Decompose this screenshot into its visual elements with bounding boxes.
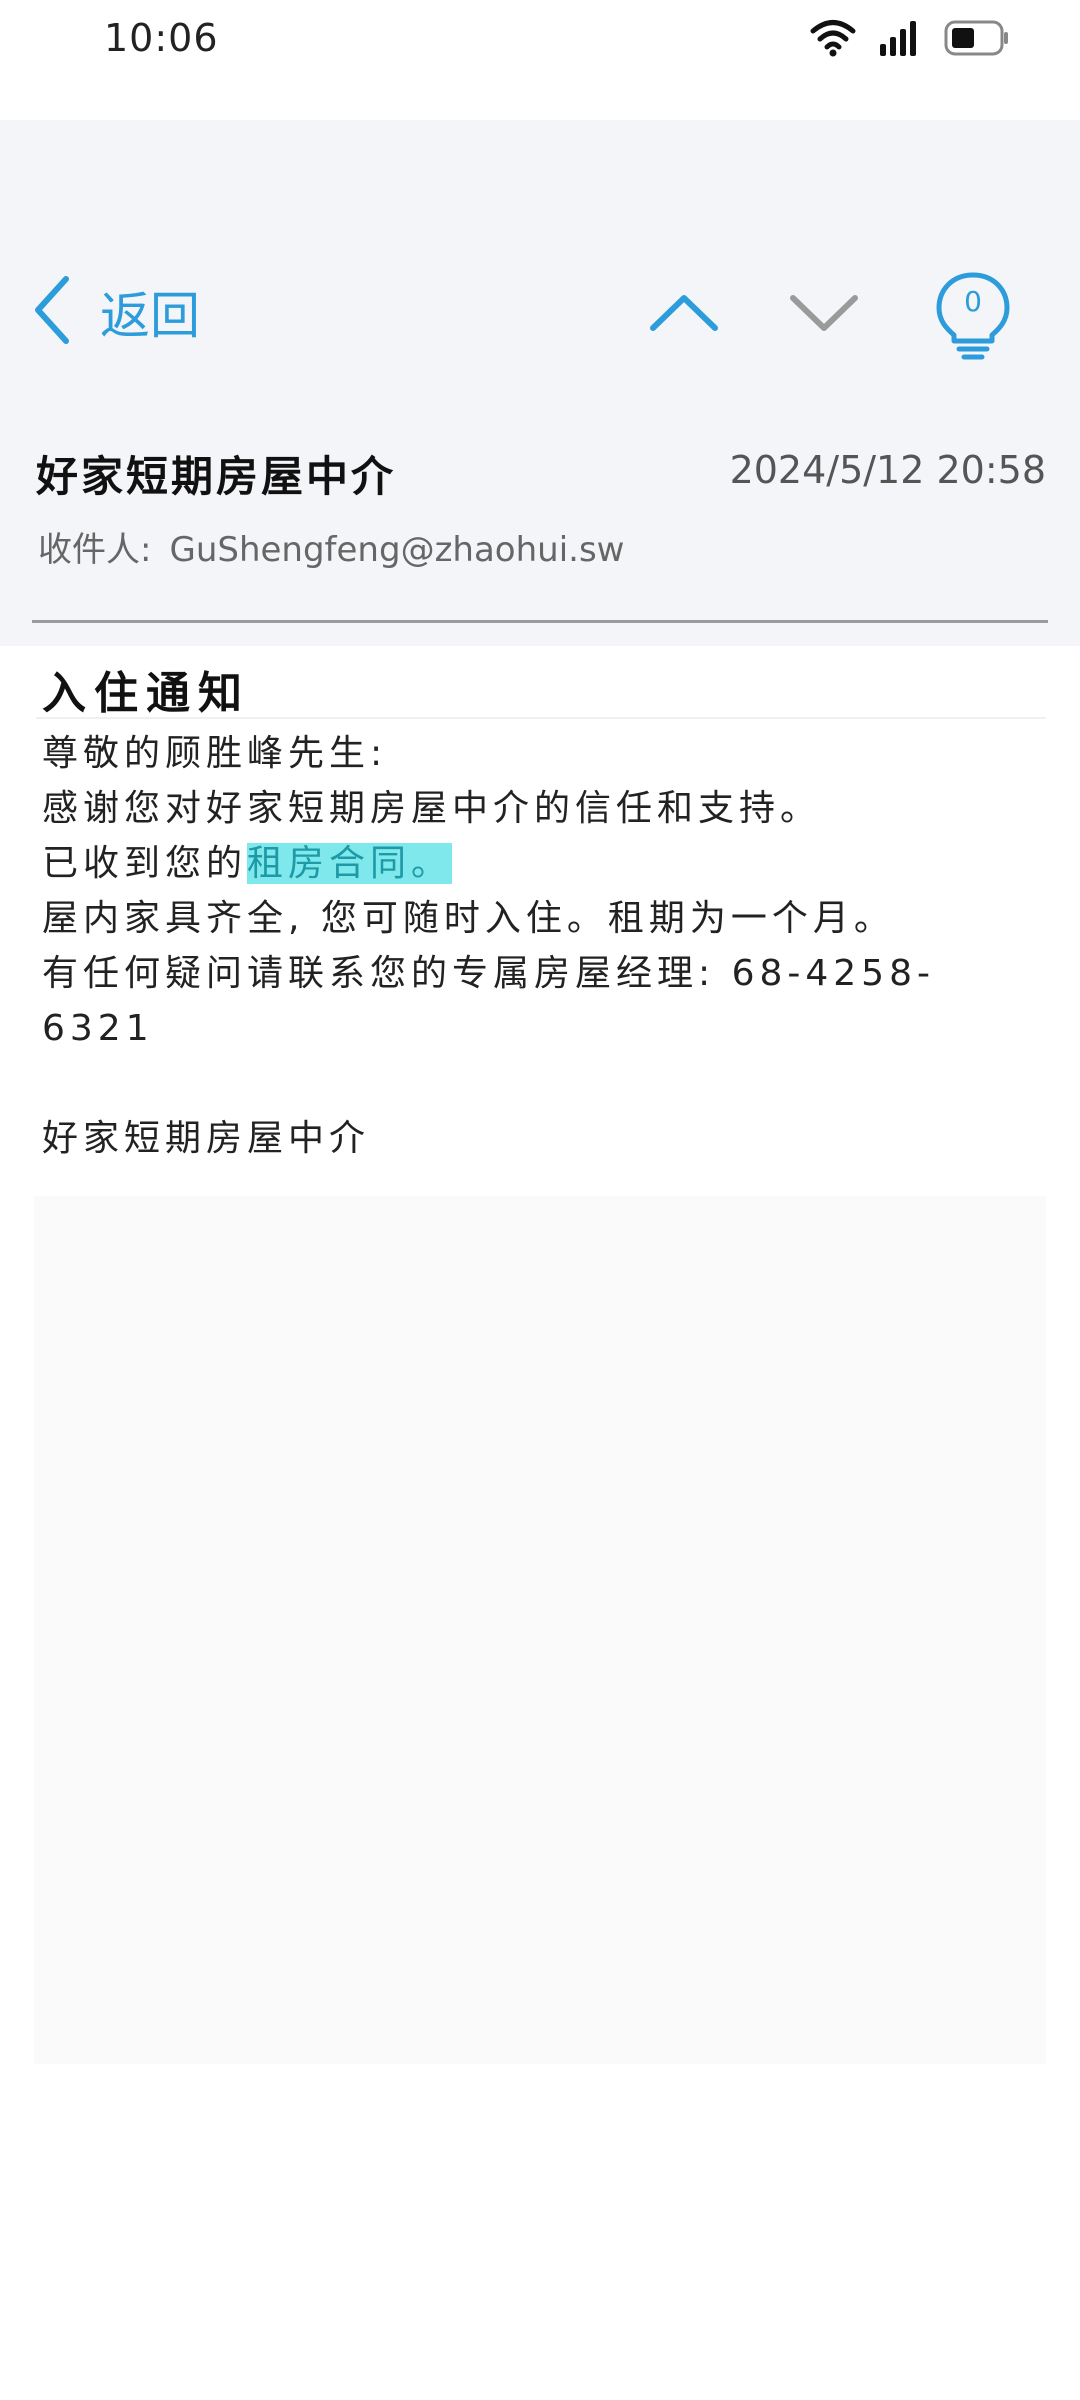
signature: 好家短期房屋中介 <box>42 1118 371 1159</box>
mail-date: 2024/5/12 20:58 <box>729 448 1046 492</box>
sender-name: 好家短期房屋中介 <box>36 452 397 501</box>
hint-count: 0 <box>964 285 982 318</box>
back-label: 返回 <box>100 287 200 345</box>
recipient-label: 收件人: <box>38 530 152 570</box>
back-chevron-icon <box>32 275 72 349</box>
body-line-2: 已收到您的租房合同。 <box>42 836 1042 891</box>
mail-body: 尊敬的顾胜峰先生: 感谢您对好家短期房屋中介的信任和支持。 已收到您的租房合同。… <box>42 726 1042 1166</box>
body-line-2-prefix: 已收到您的 <box>42 843 248 884</box>
status-icons <box>810 18 1010 62</box>
body-line-1: 感谢您对好家短期房屋中介的信任和支持。 <box>42 788 822 829</box>
next-mail-button[interactable] <box>784 274 864 354</box>
header-divider <box>32 620 1048 623</box>
body-line-4: 有任何疑问请联系您的专属房屋经理: 68-4258-6321 <box>42 953 935 1049</box>
signal-icon <box>878 18 922 62</box>
back-button[interactable]: 返回 <box>32 272 200 352</box>
body-line-3: 屋内家具齐全, 您可随时入住。租期为一个月。 <box>42 898 895 939</box>
attachment-area <box>34 1196 1046 2064</box>
recipient-address[interactable]: GuShengfeng@zhaohui.sw <box>169 530 624 570</box>
up-chevron-icon <box>649 290 719 338</box>
down-chevron-icon <box>789 290 859 338</box>
hint-button[interactable]: 0 <box>928 268 1018 364</box>
subject-divider <box>36 717 1046 719</box>
battery-icon <box>944 18 1010 62</box>
mail-subject: 入住通知 <box>42 668 250 719</box>
wifi-icon <box>810 18 856 62</box>
status-bar: 10:06 <box>0 0 1080 120</box>
rental-contract-link[interactable]: 租房合同。 <box>247 843 453 884</box>
greeting: 尊敬的顾胜峰先生: <box>42 733 388 774</box>
status-time: 10:06 <box>104 16 219 60</box>
recipient-row: 收件人: GuShengfeng@zhaohui.sw <box>38 522 624 571</box>
previous-mail-button[interactable] <box>644 274 724 354</box>
lightbulb-icon: 0 <box>935 271 1011 361</box>
